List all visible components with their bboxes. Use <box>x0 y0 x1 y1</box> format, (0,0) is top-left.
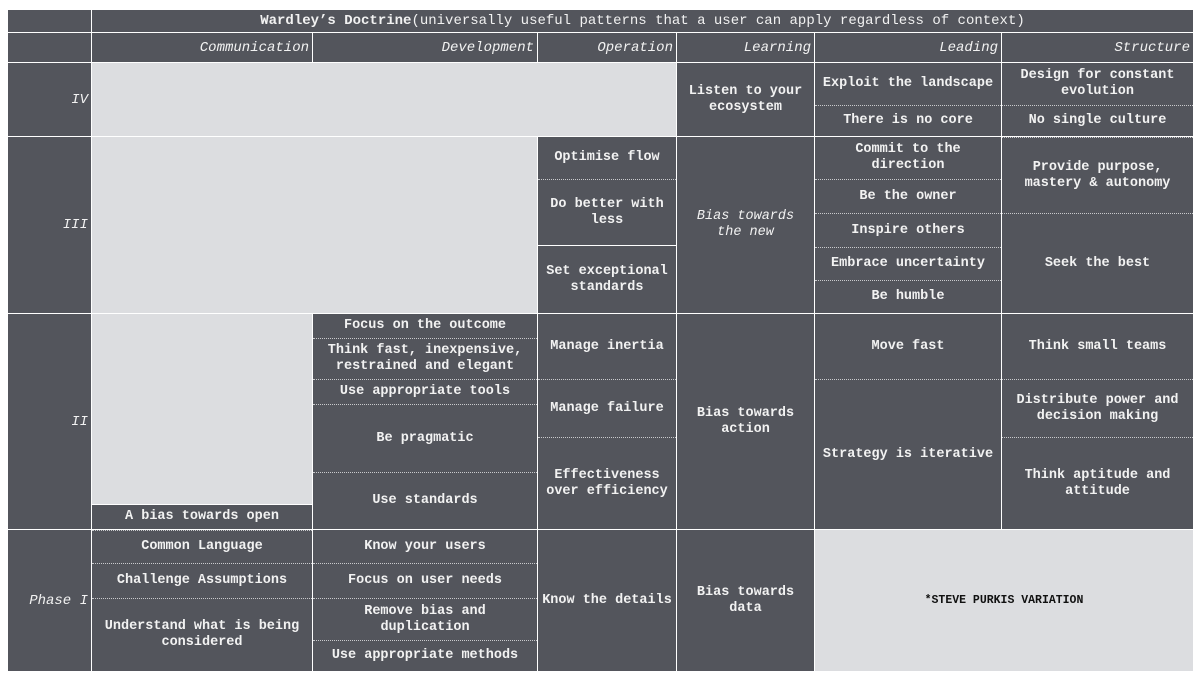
empty-region-iii <box>92 137 537 313</box>
cell-development-ii-3: Use appropriate tools <box>313 379 537 404</box>
cell-operation-iii-3: Set exceptional standards <box>538 246 676 313</box>
cell-development-i-4: Use appropriate methods <box>313 640 537 671</box>
header-structure: Structure <box>1002 33 1193 62</box>
cell-structure-iii-2: Seek the best <box>1002 213 1193 313</box>
corner-cell <box>8 10 91 32</box>
cell-structure-ii-1: Think small teams <box>1002 314 1193 379</box>
cell-operation-ii-3: Effectiveness over efficiency <box>538 437 676 529</box>
cell-learning-ii: Bias towards action <box>677 314 814 529</box>
phase-label-iii: III <box>8 137 91 313</box>
phase-label-ii: II <box>8 314 91 529</box>
phase-label-i: Phase I <box>8 530 91 671</box>
cell-leading-iv-1: Exploit the landscape <box>815 63 1001 105</box>
cell-communication-ii: A bias towards open <box>92 505 312 529</box>
cell-leading-iv-2: There is no core <box>815 105 1001 136</box>
cell-communication-i-3: Understand what is being considered <box>92 598 312 671</box>
header-development: Development <box>313 33 537 62</box>
cell-development-ii-2: Think fast, inexpensive, restrained and … <box>313 338 537 379</box>
header-communication: Communication <box>92 33 312 62</box>
cell-development-i-3: Remove bias and duplication <box>313 598 537 640</box>
cell-structure-iv-2: No single culture <box>1002 105 1193 136</box>
empty-region-ii-communication <box>92 314 312 504</box>
cell-operation-ii-2: Manage failure <box>538 379 676 437</box>
doctrine-title: Wardley’s Doctrine (universally useful p… <box>92 10 1193 32</box>
cell-operation-ii-1: Manage inertia <box>538 314 676 379</box>
cell-leading-iii-4: Embrace uncertainty <box>815 247 1001 280</box>
cell-development-ii-5: Use standards <box>313 472 537 529</box>
cell-communication-i-1: Common Language <box>92 530 312 563</box>
header-learning: Learning <box>677 33 814 62</box>
cell-leading-ii-2: Strategy is iterative <box>815 379 1001 529</box>
variation-note: *STEVE PURKIS VARIATION <box>815 530 1193 671</box>
cell-leading-iii-5: Be humble <box>815 280 1001 313</box>
cell-structure-ii-2: Distribute power and decision making <box>1002 379 1193 437</box>
cell-learning-iii: Bias towards the new <box>677 137 814 313</box>
phase-label-iv: IV <box>8 63 91 136</box>
title-bold: Wardley’s Doctrine <box>260 13 412 29</box>
cell-leading-iii-2: Be the owner <box>815 179 1001 213</box>
corner-cell-header <box>8 33 91 62</box>
cell-development-ii-1: Focus on the outcome <box>313 314 537 338</box>
header-operation: Operation <box>538 33 676 62</box>
cell-operation-iii-1: Optimise flow <box>538 137 676 179</box>
cell-structure-ii-3: Think aptitude and attitude <box>1002 437 1193 529</box>
cell-leading-iii-1: Commit to the direction <box>815 137 1001 179</box>
cell-learning-i: Bias towards data <box>677 530 814 671</box>
title-rest: (universally useful patterns that a user… <box>411 13 1025 29</box>
empty-region-iv <box>92 63 676 136</box>
cell-communication-i-2: Challenge Assumptions <box>92 563 312 598</box>
cell-leading-ii-1: Move fast <box>815 314 1001 379</box>
header-leading: Leading <box>815 33 1001 62</box>
cell-leading-iii-3: Inspire others <box>815 213 1001 247</box>
cell-development-ii-4: Be pragmatic <box>313 404 537 472</box>
cell-operation-iii-2: Do better with less <box>538 179 676 245</box>
cell-learning-iv: Listen to your ecosystem <box>677 63 814 136</box>
cell-structure-iv-1: Design for constant evolution <box>1002 63 1193 105</box>
cell-development-i-2: Focus on user needs <box>313 563 537 598</box>
cell-operation-i: Know the details <box>538 530 676 671</box>
cell-development-i-1: Know your users <box>313 530 537 563</box>
cell-structure-iii-1: Provide purpose, mastery & autonomy <box>1002 137 1193 213</box>
